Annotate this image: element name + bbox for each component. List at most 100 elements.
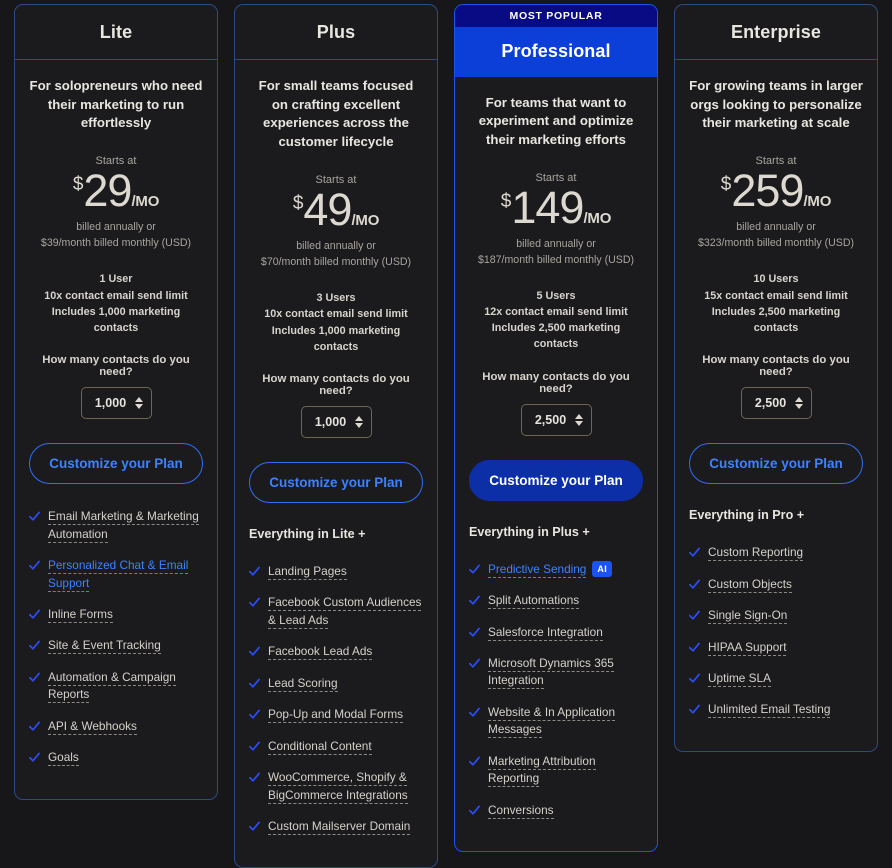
plan-tagline: For growing teams in larger orgs looking…	[689, 78, 863, 131]
plan-limits: 1 User 10x contact email send limit Includ…	[29, 271, 203, 336]
feature-label-wrap: Uptime SLA	[708, 670, 771, 687]
contacts-stepper-value[interactable]: 1,000	[314, 415, 348, 429]
feature-label[interactable]: Salesforce Integration	[488, 624, 603, 641]
arrow-up-icon[interactable]	[794, 397, 803, 403]
feature-label[interactable]: Personalized Chat & Email Support	[48, 558, 189, 592]
customize-plan-button[interactable]: Customize your Plan	[249, 461, 423, 503]
feature-item[interactable]: HIPAA Support	[689, 639, 863, 656]
customize-plan-button[interactable]: Customize your Plan	[29, 443, 203, 485]
feature-label-wrap: Custom Reporting	[708, 544, 804, 562]
billing-note-line-2: $187/month billed monthly (USD)	[477, 253, 635, 266]
feature-item[interactable]: Custom Objects	[689, 576, 863, 593]
feature-item[interactable]: Microsoft Dynamics 365 Integration	[469, 655, 643, 690]
contacts-stepper[interactable]: 1,000	[300, 405, 372, 438]
feature-label[interactable]: Goals	[48, 750, 79, 767]
feature-label[interactable]: Landing Pages	[268, 563, 347, 580]
feature-label[interactable]: Custom Objects	[708, 576, 792, 593]
feature-item[interactable]: Custom Mailserver Domain	[249, 818, 423, 835]
feature-label[interactable]: WooCommerce, Shopify & BigCommerce Integ…	[268, 770, 408, 804]
feature-label-wrap: Predictive Sending AI	[488, 560, 613, 578]
feature-label[interactable]: Uptime SLA	[708, 670, 771, 687]
feature-item[interactable]: Salesforce Integration	[469, 624, 643, 641]
feature-label[interactable]: Lead Scoring	[268, 675, 338, 692]
feature-item[interactable]: Personalized Chat & Email Support	[29, 557, 203, 592]
feature-label[interactable]: API & Webhooks	[48, 718, 137, 735]
stepper-arrows[interactable]	[574, 413, 583, 426]
feature-item[interactable]: Goals	[29, 749, 203, 767]
customize-plan-button[interactable]: Customize your Plan	[689, 443, 863, 485]
feature-item[interactable]: Conversions	[469, 802, 643, 819]
stepper-arrows[interactable]	[134, 397, 143, 410]
feature-item[interactable]: Pop-Up and Modal Forms	[249, 706, 423, 724]
price-currency-symbol: $	[292, 192, 304, 214]
arrow-up-icon[interactable]	[134, 397, 143, 403]
feature-item[interactable]: WooCommerce, Shopify & BigCommerce Integ…	[249, 769, 423, 804]
billing-note: billed annually or $39/month billed month…	[29, 219, 203, 251]
feature-label[interactable]: Conversions	[488, 802, 554, 819]
feature-item[interactable]: Marketing Attribution Reporting	[469, 753, 643, 788]
arrow-up-icon[interactable]	[574, 413, 583, 419]
feature-item[interactable]: Single Sign-On	[689, 607, 863, 625]
feature-label-wrap: Conditional Content	[268, 738, 372, 755]
feature-label[interactable]: Facebook Lead Ads	[268, 644, 373, 661]
feature-label[interactable]: Custom Reporting	[708, 545, 804, 562]
feature-label[interactable]: Inline Forms	[48, 606, 113, 623]
plan-body: For teams that want to experiment and op…	[455, 77, 657, 852]
feature-label[interactable]: HIPAA Support	[708, 639, 787, 656]
contacts-stepper-value[interactable]: 2,500	[754, 396, 788, 410]
feature-item[interactable]: Unlimited Email Testing	[689, 701, 863, 719]
arrow-up-icon[interactable]	[354, 415, 363, 421]
arrow-down-icon[interactable]	[574, 420, 583, 426]
feature-label[interactable]: Email Marketing & Marketing Automation	[48, 509, 199, 543]
contacts-stepper-value[interactable]: 2,500	[534, 413, 568, 427]
feature-item[interactable]: Uptime SLA	[689, 670, 863, 687]
feature-label[interactable]: Marketing Attribution Reporting	[488, 753, 596, 788]
feature-item[interactable]: Split Automations	[469, 592, 643, 610]
feature-item[interactable]: Custom Reporting	[689, 544, 863, 562]
feature-label[interactable]: Pop-Up and Modal Forms	[268, 707, 404, 724]
feature-label[interactable]: Split Automations	[488, 593, 580, 610]
feature-label[interactable]: Facebook Custom Audiences & Lead Ads	[268, 595, 422, 629]
feature-item[interactable]: API & Webhooks	[29, 718, 203, 735]
contacts-stepper-value[interactable]: 1,000	[94, 396, 128, 410]
most-popular-ribbon: MOST POPULAR	[455, 5, 657, 27]
feature-label-wrap: WooCommerce, Shopify & BigCommerce Integ…	[268, 769, 423, 804]
feature-label[interactable]: Microsoft Dynamics 365 Integration	[488, 656, 614, 690]
price-amount: 29	[83, 165, 132, 217]
feature-label[interactable]: Custom Mailserver Domain	[268, 818, 411, 835]
feature-item[interactable]: Email Marketing & Marketing Automation	[29, 508, 203, 543]
feature-label[interactable]: Predictive Sending	[488, 561, 587, 578]
price-amount: 259	[731, 165, 804, 217]
contacts-stepper[interactable]: 2,500	[740, 387, 812, 420]
plan-body: For solopreneurs who need their marketin…	[15, 60, 217, 799]
feature-item[interactable]: Predictive Sending AI	[469, 560, 643, 578]
feature-label[interactable]: Conditional Content	[268, 738, 372, 755]
feature-label[interactable]: Website & In Application Messages	[488, 704, 616, 739]
feature-item[interactable]: Automation & Campaign Reports	[29, 669, 203, 704]
feature-item[interactable]: Conditional Content	[249, 738, 423, 755]
feature-item[interactable]: Facebook Custom Audiences & Lead Ads	[249, 594, 423, 629]
feature-item[interactable]: Site & Event Tracking	[29, 637, 203, 655]
feature-item[interactable]: Lead Scoring	[249, 675, 423, 692]
contacts-stepper[interactable]: 2,500	[520, 403, 592, 436]
feature-item[interactable]: Landing Pages	[249, 563, 423, 580]
feature-item[interactable]: Inline Forms	[29, 606, 203, 623]
plan-limits: 3 Users 10x contact email send limit Inclu…	[249, 290, 423, 355]
feature-label[interactable]: Single Sign-On	[708, 608, 788, 625]
check-icon	[469, 707, 480, 718]
feature-label-wrap: Lead Scoring	[268, 675, 338, 692]
customize-plan-button[interactable]: Customize your Plan	[469, 459, 643, 501]
stepper-arrows[interactable]	[354, 415, 363, 428]
stepper-arrows[interactable]	[794, 397, 803, 410]
arrow-down-icon[interactable]	[354, 422, 363, 428]
arrow-down-icon[interactable]	[794, 404, 803, 410]
feature-label[interactable]: Unlimited Email Testing	[708, 702, 831, 719]
plan-card-lite: Lite For solopreneurs who need their mark…	[14, 4, 218, 800]
feature-item[interactable]: Website & In Application Messages	[469, 704, 643, 739]
feature-label[interactable]: Automation & Campaign Reports	[48, 669, 176, 704]
feature-label[interactable]: Site & Event Tracking	[48, 638, 161, 655]
feature-item[interactable]: Facebook Lead Ads	[249, 643, 423, 661]
contacts-stepper-wrap: 2,500	[689, 387, 863, 420]
contacts-stepper[interactable]: 1,000	[80, 387, 152, 420]
arrow-down-icon[interactable]	[134, 404, 143, 410]
